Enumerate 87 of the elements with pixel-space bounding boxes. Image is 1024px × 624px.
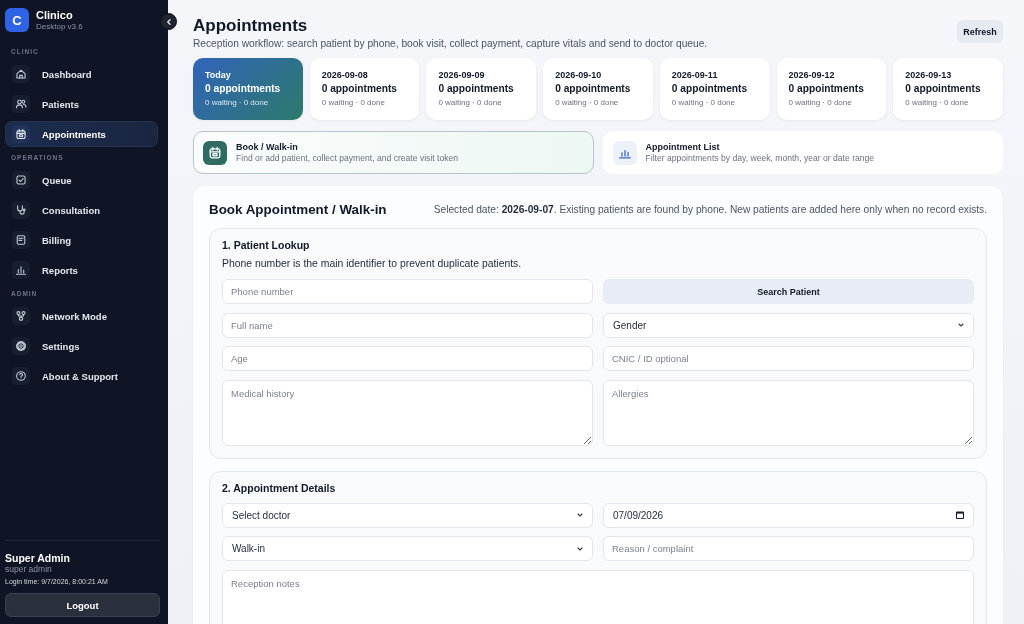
day-label: 2026-09-11: [671, 69, 719, 81]
section-title: 1. Patient Lookup: [222, 239, 311, 251]
nav-item[interactable]: About & Support: [5, 363, 158, 389]
day-card[interactable]: 2026-09-11 0 appointments 0 waiting · 0 done: [659, 58, 770, 120]
network-icon: [12, 307, 30, 325]
status-summary: 0 waiting · 0 done: [788, 97, 853, 109]
day-label: 2026-09-09: [438, 69, 486, 81]
chevron-down-icon: [957, 321, 965, 329]
nav-item[interactable]: Reports: [5, 257, 158, 283]
nav-item[interactable]: Billing: [5, 227, 158, 253]
dropdown[interactable]: Gender: [603, 312, 974, 338]
users-icon: [12, 95, 30, 113]
mode-title: Appointment List: [645, 141, 721, 153]
search-button[interactable]: Search Patient: [603, 279, 974, 304]
user-name: Super Admin: [5, 552, 71, 564]
day-card[interactable]: 2026-09-12 0 appointments 0 waiting · 0 done: [776, 58, 887, 120]
bar-chart-icon: [612, 140, 637, 165]
day-card[interactable]: 2026-09-10 0 appointments 0 waiting · 0 done: [543, 58, 653, 120]
chevron-left-icon: [164, 17, 173, 26]
appointment-count: 0 appointments: [671, 82, 749, 96]
mode-description: Find or add patient, collect payment, and create visit token: [236, 153, 459, 164]
input-field[interactable]: Reason / complaint: [603, 536, 974, 561]
status-summary: 0 waiting · 0 done: [671, 97, 736, 109]
mode-tab[interactable]: Appointment List Filter appointments by day, week, month, year or date range: [602, 131, 1003, 174]
day-label: 2026-09-10: [555, 69, 603, 81]
input-field[interactable]: Age: [222, 346, 593, 371]
appointment-count: 0 appointments: [321, 82, 398, 96]
settings-icon: [12, 337, 30, 355]
user-role: super admin: [5, 564, 53, 575]
section-title: 2. Appointment Details: [222, 481, 337, 494]
calendar-icon: [12, 125, 30, 143]
day-card[interactable]: 2026-09-08 0 appointments 0 waiting · 0 done: [309, 58, 420, 120]
appointment-count: 0 appointments: [788, 82, 865, 96]
day-label: 2026-09-12: [788, 69, 836, 81]
page-subtitle: Reception workflow: search patient by phone, book visit, collect payment, capture vitals and send to doctor queue.: [193, 38, 708, 50]
bar-chart-icon: [12, 261, 30, 279]
dropdown[interactable]: Select doctor: [222, 502, 593, 528]
day-card[interactable]: 2026-09-13 0 appointments 0 waiting · 0 done: [893, 58, 1003, 120]
nav-item[interactable]: Dashboard: [5, 61, 158, 87]
nav-item[interactable]: Patients: [5, 91, 158, 117]
document-icon: [12, 231, 30, 249]
calendar-icon: [955, 510, 965, 520]
appointment-count: 0 appointments: [555, 82, 632, 96]
day-label: 2026-09-13: [905, 69, 953, 81]
nav-item[interactable]: Consultation: [5, 197, 158, 223]
appointment-count: 0 appointments: [205, 82, 282, 96]
status-summary: 0 waiting · 0 done: [555, 97, 620, 109]
app-name: Clinico: [36, 8, 74, 22]
calendar-icon: [203, 140, 227, 165]
nav-item[interactable]: Settings: [5, 333, 158, 359]
text-area[interactable]: Medical history: [222, 379, 593, 446]
mode-tab[interactable]: Book / Walk-in Find or add patient, collect payment, and create visit token: [193, 131, 594, 174]
day-card[interactable]: 2026-09-09 0 appointments 0 waiting · 0 done: [426, 58, 537, 120]
stethoscope-icon: [12, 201, 30, 219]
home-icon: [12, 65, 30, 83]
section-hint: Phone number is the main identifier to prevent duplicate patients.: [222, 258, 523, 270]
page-title: Appointments: [193, 15, 309, 37]
day-card[interactable]: Today 0 appointments 0 waiting · 0 done: [193, 58, 303, 120]
status-summary: 0 waiting · 0 done: [321, 97, 386, 109]
help-icon: [12, 367, 30, 385]
logout-button[interactable]: Logout: [5, 593, 160, 617]
app-version: Desktop v3.6: [36, 21, 83, 32]
refresh-button[interactable]: Refresh: [957, 20, 1003, 43]
mode-description: Filter appointments by day, week, month, year or date range: [645, 153, 875, 164]
date-field[interactable]: 07/09/2026: [603, 502, 974, 528]
input-field[interactable]: Phone number: [222, 279, 593, 304]
appointment-count: 0 appointments: [905, 82, 982, 96]
input-field[interactable]: Full name: [222, 312, 593, 338]
status-summary: 0 waiting · 0 done: [905, 97, 970, 109]
app-logo: C: [5, 8, 29, 32]
text-area[interactable]: Allergies: [603, 379, 974, 446]
chevron-down-icon: [576, 511, 584, 519]
day-label: 2026-09-08: [321, 69, 369, 81]
appointment-count: 0 appointments: [438, 82, 515, 96]
checkbox-icon: [12, 171, 30, 189]
dropdown[interactable]: Walk-in: [222, 536, 593, 561]
status-summary: 0 waiting · 0 done: [205, 97, 270, 109]
input-field[interactable]: CNIC / ID optional: [603, 346, 974, 371]
mode-title: Book / Walk-in: [236, 141, 299, 153]
nav-item[interactable]: Appointments: [5, 121, 158, 147]
status-summary: 0 waiting · 0 done: [438, 97, 503, 109]
form-note: Selected date: 2026-09-07. Existing patients are found by phone. New patients are added here only when no record exists.: [433, 204, 987, 216]
nav-item[interactable]: Network Mode: [5, 303, 158, 329]
form-title: Book Appointment / Walk-in: [209, 201, 387, 219]
nav-item[interactable]: Queue: [5, 167, 158, 193]
day-label: Today: [205, 69, 232, 81]
text-area[interactable]: Reception notes: [222, 569, 974, 624]
